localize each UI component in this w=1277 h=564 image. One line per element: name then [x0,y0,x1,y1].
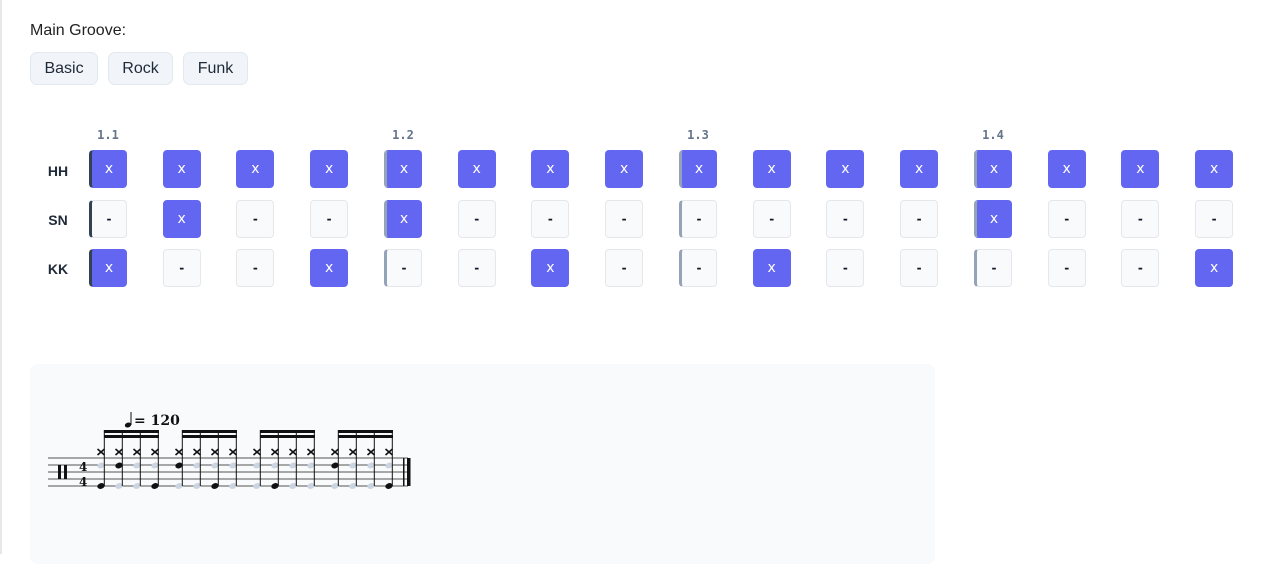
step-snare-10[interactable]: - [752,200,791,238]
note-15 [366,430,376,489]
step-hihat-15[interactable]: x [1121,150,1160,188]
step-kick-2[interactable]: - [162,249,201,287]
step-hihat-6[interactable]: x [457,150,496,188]
row-label-snare: SN [48,212,68,228]
beam-group-1 [104,430,159,438]
note-3 [132,430,142,489]
step-kick-11[interactable]: - [826,249,865,287]
step-snare-13[interactable]: x [974,200,1012,238]
step-snare-16[interactable]: - [1195,200,1234,238]
step-snare-3[interactable]: - [236,200,275,238]
step-kick-4[interactable]: x [310,249,349,287]
step-kick-1[interactable]: x [89,249,127,287]
step-hihat-2[interactable]: x [162,150,201,188]
groove-basic-button[interactable]: Basic [30,52,98,85]
step-hihat-11[interactable]: x [826,150,865,188]
svg-text:4: 4 [79,460,87,474]
tempo-text: = 120 [134,413,180,429]
step-snare-14[interactable]: - [1047,200,1086,238]
beat-label-4: 1.4 [982,128,1004,142]
step-kick-15[interactable]: - [1121,249,1160,287]
note-14 [348,430,358,489]
step-kick-5[interactable]: - [384,249,422,287]
note-13 [330,430,340,489]
row-label-hihat: HH [47,163,69,179]
step-kick-13[interactable]: - [974,249,1012,287]
step-snare-1[interactable]: - [89,200,127,238]
beam-group-3 [260,430,315,438]
step-snare-7[interactable]: - [531,200,570,238]
step-snare-15[interactable]: - [1121,200,1160,238]
step-snare-6[interactable]: - [457,200,496,238]
step-hihat-7[interactable]: x [531,150,570,188]
step-hihat-5[interactable]: x [384,150,422,188]
note-16 [384,430,394,489]
note-8 [228,430,238,489]
step-snare-4[interactable]: - [310,200,349,238]
note-1 [96,430,106,489]
step-snare-2[interactable]: x [162,200,201,238]
note-5 [174,430,184,489]
beat-label-3: 1.3 [687,128,709,142]
step-hihat-3[interactable]: x [236,150,275,188]
beat-label-1: 1.1 [97,128,119,142]
note-7 [210,430,220,489]
step-snare-9[interactable]: - [679,200,717,238]
notes-layer [96,430,394,489]
step-hihat-14[interactable]: x [1047,150,1086,188]
beam-group-2 [182,430,237,438]
svg-text:4: 4 [79,475,87,489]
step-kick-6[interactable]: - [457,249,496,287]
note-2 [114,430,124,489]
beam-group-4 [338,430,393,438]
step-snare-12[interactable]: - [900,200,939,238]
step-hihat-4[interactable]: x [310,150,349,188]
note-6 [192,430,202,489]
note-11 [288,430,298,489]
step-kick-3[interactable]: - [236,249,275,287]
note-12 [306,430,316,489]
drum-notation: = 120 4 4 [48,412,411,489]
step-hihat-1[interactable]: x [89,150,127,188]
step-kick-12[interactable]: - [900,249,939,287]
time-signature: 4 4 [79,460,87,489]
step-hihat-16[interactable]: x [1195,150,1234,188]
step-snare-5[interactable]: x [384,200,422,238]
step-hihat-8[interactable]: x [605,150,644,188]
staff [48,457,408,487]
beat-label-2: 1.2 [392,128,414,142]
step-kick-8[interactable]: - [605,249,644,287]
step-hihat-12[interactable]: x [900,150,939,188]
step-snare-11[interactable]: - [826,200,865,238]
main-groove-label: Main Groove: [30,22,127,39]
step-hihat-13[interactable]: x [974,150,1012,188]
step-hihat-9[interactable]: x [679,150,717,188]
groove-funk-button[interactable]: Funk [183,52,248,85]
notation-panel: = 120 4 4 [30,364,935,564]
note-9 [252,430,262,489]
note-4 [150,430,160,489]
row-label-kick: KK [47,261,69,277]
step-snare-8[interactable]: - [605,200,644,238]
note-10 [270,430,280,489]
step-kick-10[interactable]: x [752,249,791,287]
groove-rock-button[interactable]: Rock [108,52,173,85]
step-hihat-10[interactable]: x [752,150,791,188]
step-kick-16[interactable]: x [1195,249,1234,287]
tempo-marking: = 120 [124,412,180,429]
step-kick-7[interactable]: x [531,249,570,287]
left-border [0,0,2,554]
step-kick-14[interactable]: - [1047,249,1086,287]
step-kick-9[interactable]: - [679,249,717,287]
